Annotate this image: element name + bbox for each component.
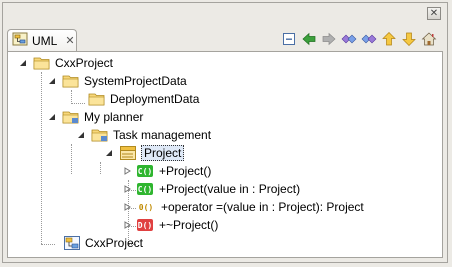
uml-tree-panel: CxxProject SystemProjectData DeploymentD… bbox=[7, 51, 443, 258]
window-close-button[interactable]: ✕ bbox=[427, 7, 441, 20]
home-icon[interactable] bbox=[421, 31, 437, 47]
back-arrow-icon[interactable] bbox=[301, 31, 317, 47]
collapse-all-icon[interactable] bbox=[281, 31, 297, 47]
tree-node-diagram[interactable]: CxxProject bbox=[63, 234, 143, 252]
tree-node-label: +~Project() bbox=[159, 218, 219, 232]
tree-node-label: Task management bbox=[113, 128, 212, 142]
tree-node-label: CxxProject bbox=[55, 56, 114, 70]
tree-node-deploymentdata[interactable]: DeploymentData bbox=[88, 90, 199, 108]
collapsed-triangle-icon[interactable] bbox=[122, 220, 132, 230]
tree-node-method[interactable]: D() +~Project() bbox=[122, 216, 218, 234]
tree-node-systemprojectdata[interactable]: SystemProjectData bbox=[47, 72, 187, 90]
constructor-icon: C() bbox=[137, 165, 153, 177]
tab-uml[interactable]: UML ✕ bbox=[7, 29, 77, 51]
tree-node-method[interactable]: C() +Project(value in : Project) bbox=[122, 180, 300, 198]
uml-view-window: ✕ UML ✕ CxxProject SystemProjectData Dep… bbox=[2, 2, 448, 263]
collapsed-triangle-icon[interactable] bbox=[122, 202, 132, 212]
expanded-triangle-icon[interactable] bbox=[76, 130, 86, 140]
view-toolbar bbox=[281, 31, 437, 47]
project-folder-icon bbox=[33, 55, 51, 71]
tree-node-label: +Project() bbox=[159, 164, 212, 178]
collapsed-triangle-icon[interactable] bbox=[122, 184, 132, 194]
tab-label: UML bbox=[32, 33, 58, 48]
down-arrow-icon[interactable] bbox=[401, 31, 417, 47]
tree-node-method[interactable]: 0() +operator =(value in : Project): Pro… bbox=[122, 198, 364, 216]
tree-node-method[interactable]: C() +Project() bbox=[122, 162, 211, 180]
destructor-icon: D() bbox=[137, 219, 153, 231]
uml-view-icon bbox=[12, 31, 28, 50]
package-folder-icon bbox=[91, 127, 109, 143]
expanded-triangle-icon[interactable] bbox=[104, 148, 114, 158]
expanded-triangle-icon[interactable] bbox=[47, 112, 57, 122]
class-icon bbox=[119, 145, 137, 161]
view-tab-bar: UML ✕ bbox=[7, 27, 443, 51]
tree-node-label: SystemProjectData bbox=[84, 74, 187, 88]
class-diagram-icon bbox=[63, 235, 81, 251]
expanded-triangle-icon[interactable] bbox=[47, 76, 57, 86]
tree-node-label: DeploymentData bbox=[110, 92, 200, 106]
collapsed-triangle-icon[interactable] bbox=[122, 166, 132, 176]
tree-node-label: My planner bbox=[84, 110, 144, 124]
tree-node-label: CxxProject bbox=[85, 236, 144, 250]
tab-close-icon[interactable]: ✕ bbox=[65, 34, 74, 47]
constructor-icon: C() bbox=[137, 183, 153, 195]
package-folder-icon bbox=[62, 109, 80, 125]
folder-icon bbox=[88, 91, 106, 107]
expanded-triangle-icon[interactable] bbox=[18, 58, 28, 68]
up-arrow-icon[interactable] bbox=[381, 31, 397, 47]
tree-node-label: +Project(value in : Project) bbox=[159, 182, 301, 196]
tree-node-project-class[interactable]: Project bbox=[104, 144, 185, 162]
forward-arrow-icon[interactable] bbox=[321, 31, 337, 47]
tree-node-cxxproject[interactable]: CxxProject bbox=[18, 54, 113, 72]
tree-node-task-management[interactable]: Task management bbox=[76, 126, 211, 144]
tree-node-my-planner[interactable]: My planner bbox=[47, 108, 143, 126]
tree-node-label: Project bbox=[141, 145, 185, 161]
folder-icon bbox=[62, 73, 80, 89]
tree-node-label: +operator =(value in : Project): Project bbox=[161, 200, 364, 214]
double-diamond-left-icon[interactable] bbox=[341, 31, 357, 47]
double-diamond-right-icon[interactable] bbox=[361, 31, 377, 47]
operator-icon: 0() bbox=[137, 200, 155, 214]
